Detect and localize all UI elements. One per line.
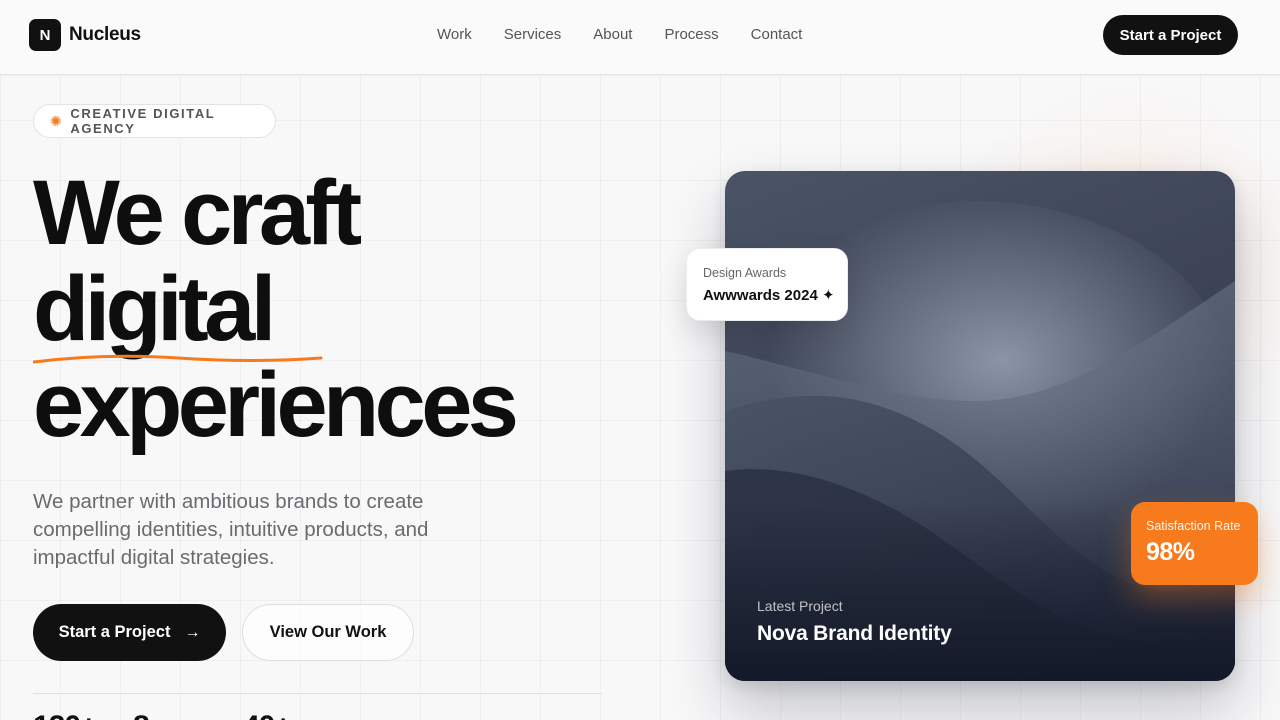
arrow-right-icon: → bbox=[184, 623, 201, 641]
satisfaction-badge: Satisfaction Rate 98% bbox=[1131, 502, 1258, 585]
header-start-project-button[interactable]: Start a Project bbox=[1103, 15, 1238, 55]
satisfaction-value: 98% bbox=[1146, 538, 1195, 566]
satisfaction-label: Satisfaction Rate bbox=[1146, 519, 1241, 533]
view-work-button[interactable]: View Our Work bbox=[242, 604, 414, 661]
badge-label: CREATIVE DIGITAL AGENCY bbox=[70, 106, 216, 136]
start-project-label: Start a Project bbox=[58, 623, 171, 641]
award-label: Design Awards bbox=[703, 266, 787, 280]
sparkle-icon: ✺ bbox=[50, 113, 62, 129]
stat-value: 120+ bbox=[33, 710, 133, 720]
nav-item-process[interactable]: Process bbox=[664, 26, 718, 43]
start-project-button[interactable]: Start a Project → bbox=[33, 604, 226, 661]
nav-item-contact[interactable]: Contact bbox=[751, 26, 803, 43]
site-header: N Nucleus Work Services About Process Co… bbox=[0, 0, 1280, 75]
nav-item-about[interactable]: About bbox=[593, 26, 632, 43]
headline-line-1: We craft bbox=[33, 162, 362, 264]
card-title: Nova Brand Identity bbox=[757, 622, 952, 645]
hero-badge: ✺ CREATIVE DIGITAL AGENCY bbox=[33, 104, 276, 138]
stats-divider bbox=[33, 693, 602, 694]
nav-item-work[interactable]: Work bbox=[437, 26, 472, 43]
headline-line-2: digital bbox=[33, 258, 276, 360]
award-badge: Design Awards Awwwards 2024 ✦ bbox=[686, 248, 848, 321]
main-nav: Work Services About Process Contact bbox=[437, 26, 802, 43]
headline-line-3: experiences bbox=[33, 354, 519, 456]
card-eyebrow: Latest Project bbox=[757, 598, 843, 614]
hero-headline: We craft digital experiences bbox=[33, 162, 519, 456]
hero-description: We partner with ambitious brands to crea… bbox=[33, 490, 429, 569]
stats-row: 120+ 8 40+ bbox=[33, 710, 343, 720]
nav-item-services[interactable]: Services bbox=[504, 26, 562, 43]
stat-value: 8 bbox=[133, 710, 243, 720]
logo-mark: N bbox=[29, 19, 61, 51]
award-value: Awwwards 2024 ✦ bbox=[703, 287, 835, 304]
brand-name: Nucleus bbox=[69, 24, 141, 45]
headline-underline bbox=[33, 354, 323, 364]
logo-link[interactable]: N Nucleus bbox=[29, 19, 141, 51]
stat-value: 40+ bbox=[243, 710, 343, 720]
